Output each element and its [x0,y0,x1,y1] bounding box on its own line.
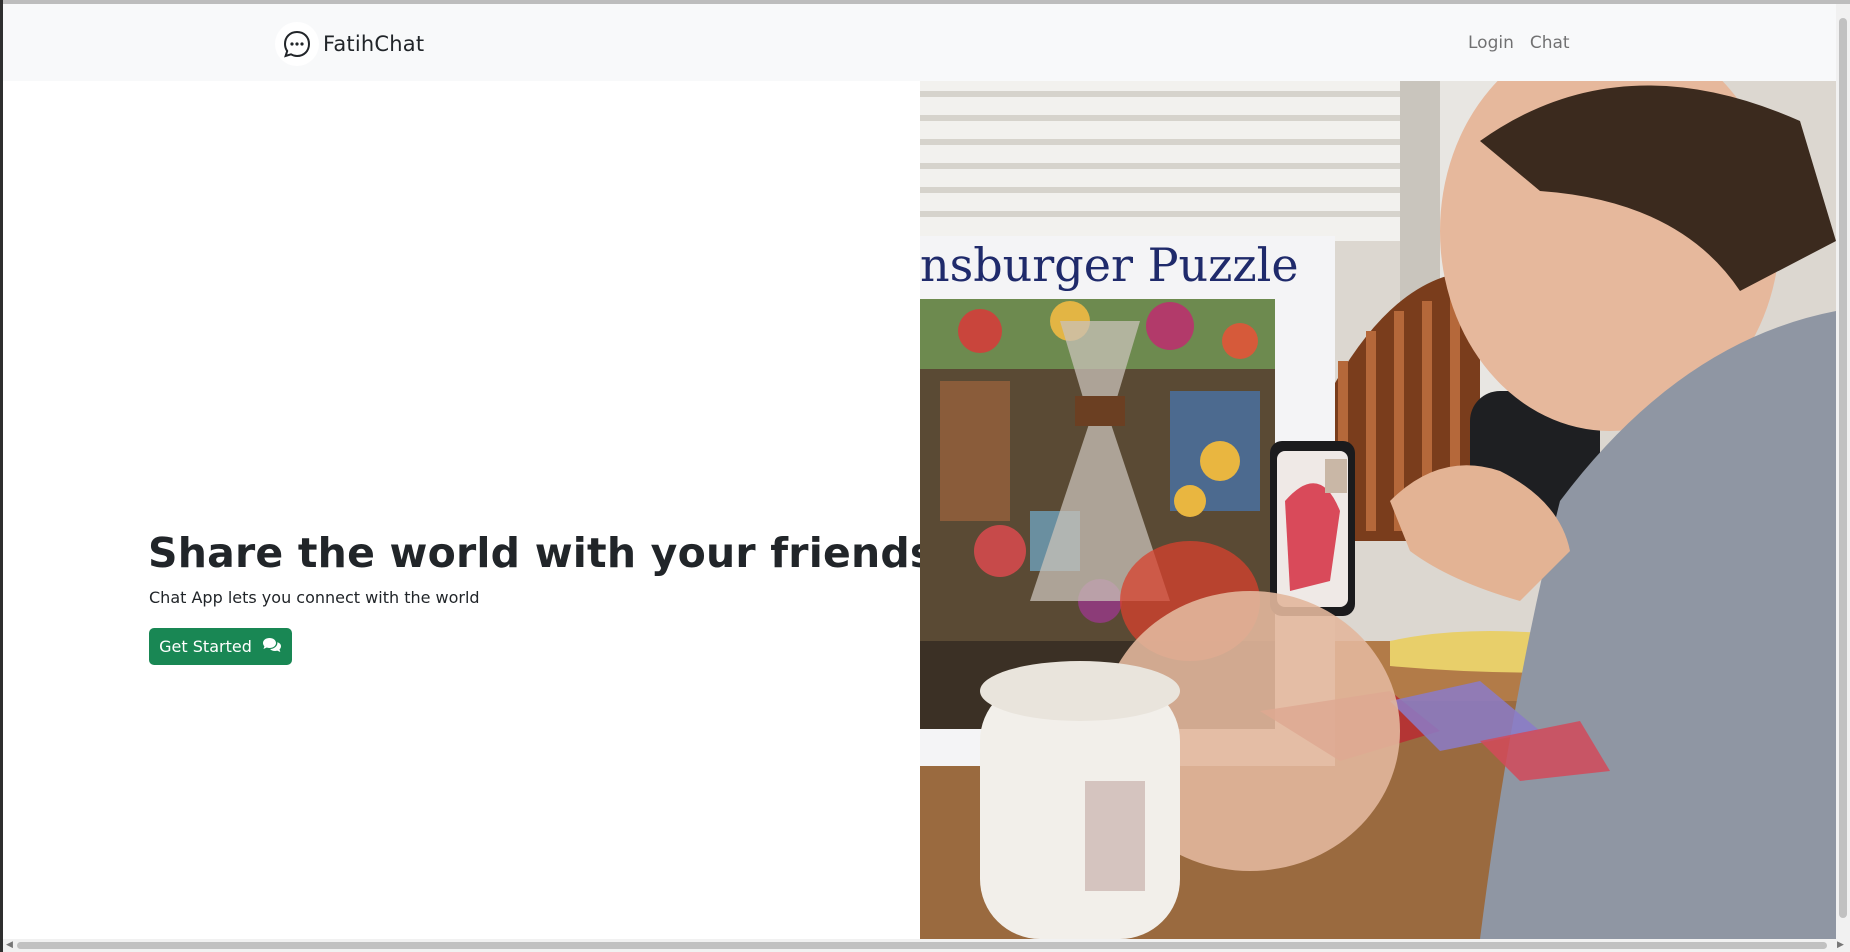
nav-link-login[interactable]: Login [1468,33,1514,53]
scroll-left-arrow-icon[interactable]: ◀ [6,939,13,952]
get-started-label: Get Started [159,637,252,656]
nav-links: Login Chat [1468,33,1570,53]
get-started-button[interactable]: Get Started [149,628,292,665]
vertical-scrollbar[interactable] [1836,4,1850,939]
scroll-right-arrow-icon[interactable]: ▶ [1837,939,1844,952]
puzzle-box-text: nsburger Puzzle [920,238,1299,292]
navbar: FatihChat Login Chat [3,4,1836,81]
horizontal-scrollbar[interactable]: ◀ ▶ [3,939,1850,952]
hero-photo: nsburger Puzzle [920,81,1836,939]
hero-section: Share the world with your friends Chat A… [3,81,934,939]
vertical-scrollbar-thumb[interactable] [1839,18,1847,918]
brand-link[interactable]: FatihChat [275,22,424,66]
horizontal-scrollbar-thumb[interactable] [17,942,1827,949]
brand-name: FatihChat [323,32,425,56]
nav-link-chat[interactable]: Chat [1530,33,1570,53]
comments-icon [262,637,282,657]
chat-bubble-icon [275,22,319,66]
hero-headline: Share the world with your friends [148,529,935,577]
hero-subtext: Chat App lets you connect with the world [149,588,480,607]
